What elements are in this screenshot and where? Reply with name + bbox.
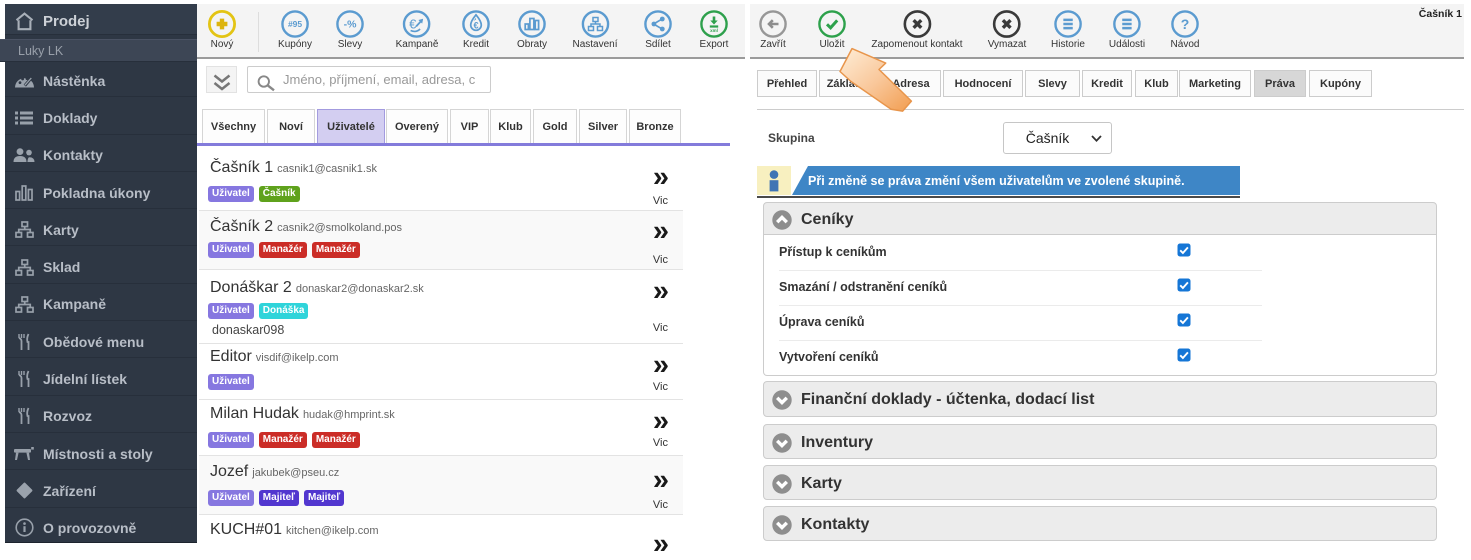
- svg-text:?: ?: [1181, 16, 1190, 32]
- svg-text:xml: xml: [710, 28, 718, 33]
- svg-text:-%: -%: [344, 19, 357, 31]
- svg-text:€: €: [473, 21, 478, 31]
- svg-text:#95: #95: [288, 19, 302, 29]
- svg-text:€: €: [410, 17, 418, 32]
